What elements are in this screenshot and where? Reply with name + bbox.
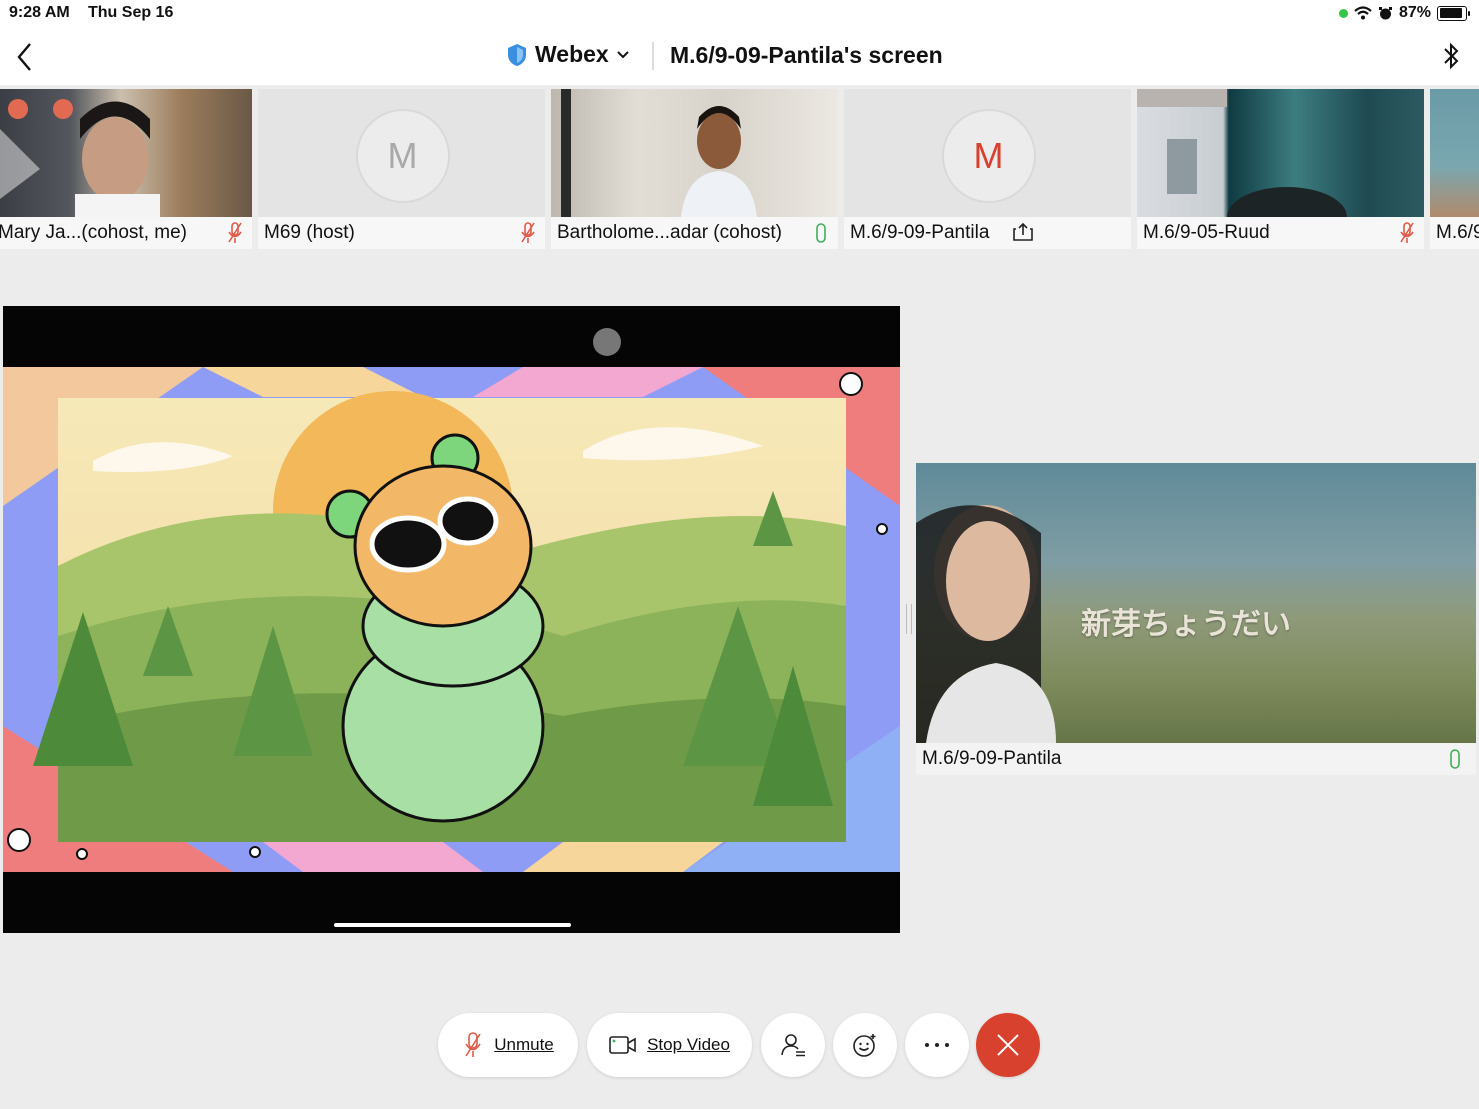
chevron-down-icon <box>617 50 629 58</box>
status-icons: 87% <box>1338 4 1470 22</box>
shield-icon <box>508 43 526 66</box>
video-camera-icon <box>609 1036 636 1054</box>
participant-name: M.6/9 <box>1436 222 1479 243</box>
split-resize-handle[interactable] <box>906 604 912 634</box>
participant-label-bar: Bartholome...adar (cohost) <box>551 217 838 249</box>
shared-screen-title: M.6/9-09-Pantila's screen <box>670 42 943 68</box>
participant-label-bar: M.6/9 <box>1430 217 1479 249</box>
participants-button[interactable] <box>761 1013 825 1077</box>
title-bar: Webex M.6/9-09-Pantila's screen <box>0 28 1479 85</box>
participant-tile[interactable]: M M.6/9-09-Pantila <box>844 89 1131 249</box>
participants-icon <box>781 1034 805 1057</box>
participant-label-bar: M.6/9-05-Ruud <box>1137 217 1424 249</box>
active-speaker-video[interactable]: 新芽ちょうだい M.6/9-09-Pantila <box>916 463 1476 775</box>
stop-video-label: Stop Video <box>647 1035 730 1054</box>
participant-name: M.6/9-09-Pantila <box>850 222 990 243</box>
participant-video <box>1137 89 1424 217</box>
participant-name: Mary Ja...(cohost, me) <box>0 222 187 243</box>
mic-muted-icon <box>228 222 242 243</box>
mic-active-icon <box>816 223 826 243</box>
participant-video <box>0 89 252 217</box>
participant-label-bar: M69 (host) <box>258 217 545 249</box>
wifi-icon <box>1354 6 1372 20</box>
stop-video-button[interactable]: Stop Video <box>587 1013 752 1077</box>
participant-tile[interactable]: M.6/9-05-Ruud <box>1137 89 1424 249</box>
mic-active-icon <box>1450 749 1460 769</box>
participant-label-bar: M.6/9-09-Pantila <box>844 217 1131 249</box>
reaction-emoji-icon <box>853 1034 876 1057</box>
webex-menu-button[interactable]: Webex <box>506 41 630 68</box>
mic-muted-icon <box>465 1032 481 1057</box>
more-options-button[interactable] <box>905 1013 969 1077</box>
app-name: Webex <box>535 41 609 67</box>
battery-icon <box>1437 5 1470 21</box>
participant-name: M.6/9-09-Pantila <box>922 748 1062 769</box>
muted-badge-icon <box>8 99 28 119</box>
participant-tile[interactable]: Bartholome...adar (cohost) <box>551 89 838 249</box>
unmute-label: Unmute <box>494 1035 554 1054</box>
shared-screen[interactable] <box>3 306 900 933</box>
participant-label-bar: M.6/9-09-Pantila <box>916 743 1476 775</box>
camera-in-use-indicator-icon <box>1338 8 1348 18</box>
bluetooth-icon[interactable] <box>1440 40 1462 72</box>
participant-video <box>551 89 838 217</box>
participant-label-bar: Mary Ja...(cohost, me) <box>0 217 252 249</box>
unmute-button[interactable]: Unmute <box>438 1013 578 1077</box>
battery-percent: 87% <box>1398 4 1431 21</box>
alarm-icon <box>1378 6 1392 19</box>
avatar: M <box>941 109 1036 203</box>
ellipsis-icon <box>925 1043 949 1047</box>
reactions-button[interactable] <box>833 1013 897 1077</box>
back-button[interactable] <box>14 40 38 74</box>
participant-tile[interactable]: M M69 (host) <box>258 89 545 249</box>
participant-name: M.6/9-05-Ruud <box>1143 222 1270 243</box>
avatar: M <box>355 109 450 203</box>
status-bar: 9:28 AM Thu Sep 16 87% <box>0 0 1479 28</box>
participant-name: M69 (host) <box>264 222 355 243</box>
share-screen-icon <box>1013 222 1033 241</box>
speaker-video-feed: 新芽ちょうだい <box>916 463 1476 743</box>
participant-tile[interactable]: M.6/9 <box>1430 89 1479 249</box>
title-divider <box>652 42 654 70</box>
leave-meeting-button[interactable] <box>976 1013 1040 1077</box>
status-time: 9:28 AM <box>9 4 70 21</box>
participant-tile[interactable]: Mary Ja...(cohost, me) <box>0 89 252 249</box>
video-overlay-caption: 新芽ちょうだい <box>1081 607 1291 642</box>
participant-name: Bartholome...adar (cohost) <box>557 222 782 243</box>
participant-video: M <box>844 89 1131 217</box>
participant-video <box>1430 89 1479 217</box>
mic-muted-icon <box>521 222 535 243</box>
close-icon <box>997 1034 1019 1056</box>
status-date: Thu Sep 16 <box>88 4 174 21</box>
mic-muted-icon <box>1400 222 1414 243</box>
shared-artwork <box>3 328 900 927</box>
recording-badge-icon <box>53 99 73 119</box>
participant-video: M <box>258 89 545 217</box>
